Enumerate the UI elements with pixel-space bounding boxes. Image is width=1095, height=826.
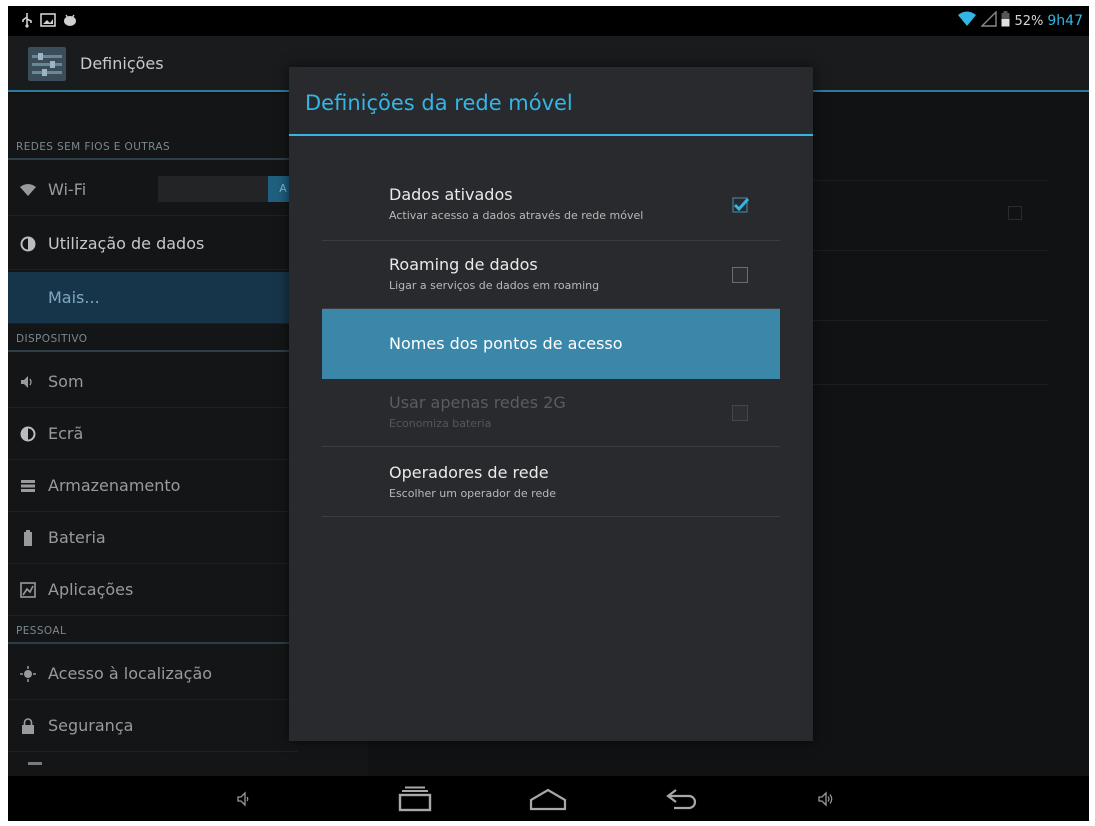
sidebar-item-label: Wi-Fi bbox=[48, 180, 87, 199]
location-icon bbox=[8, 665, 48, 682]
access-point-names-item[interactable]: Nomes dos pontos de acesso bbox=[322, 309, 780, 379]
volume-up-icon[interactable] bbox=[806, 784, 846, 814]
display-icon bbox=[8, 426, 48, 442]
sidebar-item-label: Ecrã bbox=[48, 424, 84, 443]
section-header-wireless: REDES SEM FIOS E OUTRAS bbox=[8, 132, 298, 160]
tablet-screen: 52% 9h47 Definições REDES SEM FIOS E OUT… bbox=[8, 6, 1089, 821]
settings-app-icon[interactable] bbox=[26, 43, 68, 85]
sidebar-item-more[interactable]: Mais... bbox=[8, 272, 298, 324]
sidebar-item-storage[interactable]: Armazenamento bbox=[8, 460, 298, 512]
sidebar-item-label: Utilização de dados bbox=[48, 234, 205, 253]
screenshot-icon bbox=[40, 12, 56, 32]
sidebar-item-label: Acesso à localização bbox=[48, 664, 213, 683]
item-primary-text: Operadores de rede bbox=[389, 463, 549, 482]
wifi-toggle[interactable]: A bbox=[158, 176, 298, 202]
dialog-title-divider bbox=[289, 134, 813, 136]
sidebar-item-display[interactable]: Ecrã bbox=[8, 408, 298, 460]
sidebar-item-label: Som bbox=[48, 372, 84, 391]
data-enabled-item[interactable]: Dados ativados Activar acesso a dados at… bbox=[322, 171, 780, 241]
sidebar-item-label: Aplicações bbox=[48, 580, 134, 599]
item-secondary-text: Escolher um operador de rede bbox=[389, 487, 556, 500]
item-secondary-text: Activar acesso a dados através de rede m… bbox=[389, 209, 644, 222]
dialog-title: Definições da rede móvel bbox=[305, 91, 573, 115]
item-primary-text: Usar apenas redes 2G bbox=[389, 393, 566, 412]
status-bar: 52% 9h47 bbox=[8, 6, 1089, 36]
use-2g-only-item: Usar apenas redes 2G Economiza bateria bbox=[322, 379, 780, 447]
back-icon[interactable] bbox=[662, 784, 702, 814]
sidebar-item-data-usage[interactable]: Utilização de dados bbox=[8, 218, 298, 270]
wifi-signal-icon bbox=[957, 11, 977, 31]
apps-icon bbox=[8, 581, 48, 598]
data-enabled-checkbox[interactable] bbox=[732, 196, 750, 213]
battery-percent: 52% bbox=[1014, 13, 1044, 29]
cell-signal-icon bbox=[980, 10, 998, 31]
item-secondary-text: Ligar a serviços de dados em roaming bbox=[389, 279, 600, 292]
home-icon[interactable] bbox=[528, 784, 568, 814]
sidebar-item-security[interactable]: Segurança bbox=[8, 700, 298, 752]
volume-down-icon[interactable] bbox=[224, 784, 264, 814]
sidebar-item-battery[interactable]: Bateria bbox=[8, 512, 298, 564]
recent-apps-icon[interactable] bbox=[395, 784, 435, 814]
sidebar-item-label: Segurança bbox=[48, 716, 134, 735]
wifi-icon bbox=[8, 183, 48, 197]
sidebar-item-wifi[interactable]: Wi-Fi A bbox=[8, 164, 298, 216]
lock-icon bbox=[8, 717, 48, 734]
sidebar-item-sound[interactable]: Som bbox=[8, 356, 298, 408]
section-header-device: DISPOSITIVO bbox=[8, 324, 298, 352]
sidebar-item-label: Armazenamento bbox=[48, 476, 181, 495]
page-title: Definições bbox=[80, 54, 164, 73]
network-operators-item[interactable]: Operadores de rede Escolher um operador … bbox=[322, 447, 780, 517]
android-debug-icon bbox=[62, 12, 78, 32]
storage-icon bbox=[8, 479, 48, 493]
data-roaming-checkbox[interactable] bbox=[732, 267, 748, 283]
item-primary-text: Roaming de dados bbox=[389, 255, 538, 274]
sidebar-item-label: Bateria bbox=[48, 528, 106, 547]
background-checkbox bbox=[1008, 206, 1022, 220]
item-primary-text: Dados ativados bbox=[389, 185, 513, 204]
item-secondary-text: Economiza bateria bbox=[389, 417, 492, 430]
battery-status-icon bbox=[1001, 11, 1010, 31]
sidebar-item-label: Mais... bbox=[48, 288, 100, 307]
data-usage-icon bbox=[8, 236, 48, 252]
sidebar-item-location[interactable]: Acesso à localização bbox=[8, 648, 298, 700]
data-roaming-item[interactable]: Roaming de dados Ligar a serviços de dad… bbox=[322, 241, 780, 309]
speaker-icon bbox=[8, 375, 48, 389]
next-item-icon bbox=[28, 762, 42, 765]
battery-icon bbox=[8, 529, 48, 546]
mobile-network-settings-dialog: Definições da rede móvel Dados ativados … bbox=[289, 67, 813, 741]
usb-icon bbox=[20, 12, 34, 32]
use-2g-only-checkbox bbox=[732, 405, 748, 421]
clock: 9h47 bbox=[1047, 13, 1083, 29]
item-primary-text: Nomes dos pontos de acesso bbox=[389, 334, 623, 353]
section-header-personal: PESSOAL bbox=[8, 616, 298, 644]
sidebar-item-apps[interactable]: Aplicações bbox=[8, 564, 298, 616]
navigation-bar bbox=[8, 776, 1089, 821]
